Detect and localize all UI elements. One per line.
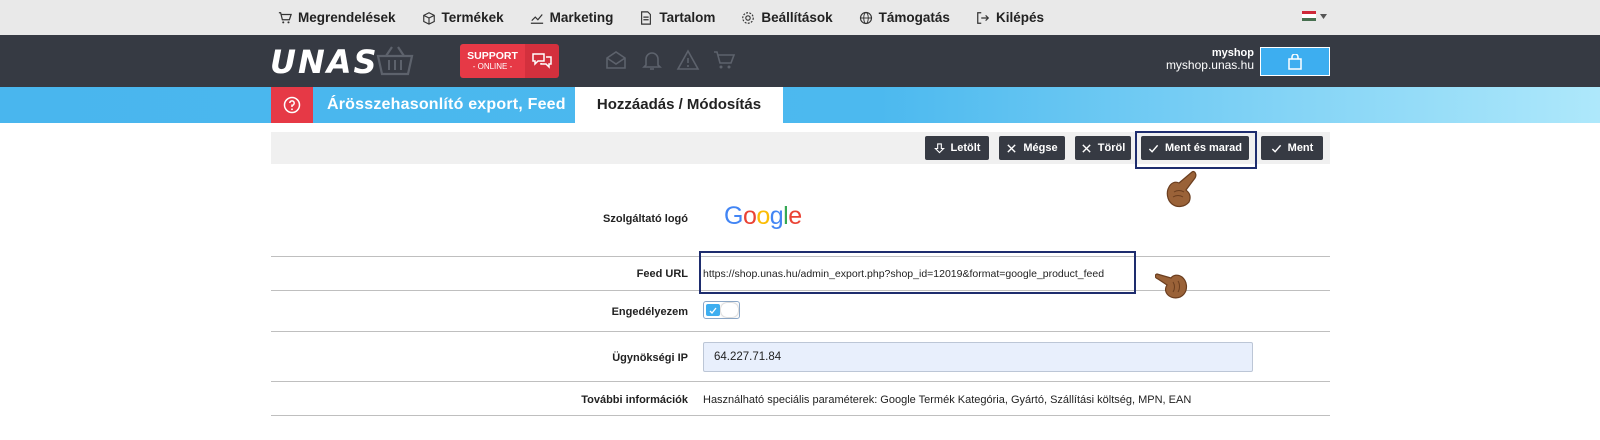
breadcrumb-section[interactable]: Árösszehasonlító export, Feed xyxy=(327,87,566,123)
close-icon xyxy=(1082,143,1091,153)
support-line1: SUPPORT xyxy=(467,49,518,62)
shop-url[interactable]: myshop.unas.hu xyxy=(1166,58,1254,72)
toggle-knob xyxy=(721,303,738,317)
document-icon xyxy=(641,10,652,25)
box-icon xyxy=(422,11,435,25)
enable-row xyxy=(271,291,1330,332)
nav-settings[interactable]: Beállítások xyxy=(741,0,833,35)
agency-ip-label: Ügynökségi IP xyxy=(612,352,688,364)
nav-settings-label: Beállítások xyxy=(761,10,833,25)
nav-support-label: Támogatás xyxy=(878,10,950,25)
nav-logout[interactable]: Kilépés xyxy=(976,0,1044,35)
language-selector[interactable] xyxy=(1302,11,1327,21)
feed-url-label: Feed URL xyxy=(636,268,688,280)
delete-label: Töröl xyxy=(1097,142,1126,154)
more-info-label: További információk xyxy=(581,394,688,406)
unas-logo[interactable]: UNAS xyxy=(270,43,379,81)
top-menu-bar: Megrendelések Termékek Marketing Tartalo… xyxy=(0,0,1600,35)
support-label: SUPPORT - ONLINE - xyxy=(460,44,525,78)
header-icons xyxy=(604,48,736,72)
google-logo: Google xyxy=(724,202,802,230)
feed-url-highlight xyxy=(699,251,1136,294)
save-and-stay-highlight xyxy=(1135,131,1257,169)
nav-marketing-label: Marketing xyxy=(549,10,614,25)
nav-content[interactable]: Tartalom xyxy=(639,0,715,35)
download-label: Letölt xyxy=(950,142,981,154)
save-label: Ment xyxy=(1287,142,1314,154)
agency-ip-input[interactable] xyxy=(703,342,1253,372)
basket-logo-icon xyxy=(376,46,414,76)
main-navigation: Megrendelések Termékek Marketing Tartalo… xyxy=(278,0,1070,35)
warning-icon[interactable] xyxy=(676,48,700,72)
enable-toggle[interactable] xyxy=(703,301,740,319)
envelope-icon[interactable] xyxy=(604,48,628,72)
cancel-label: Mégse xyxy=(1023,142,1058,154)
delete-button[interactable]: Töröl xyxy=(1075,136,1131,160)
gear-icon xyxy=(742,11,755,24)
close-icon xyxy=(1007,143,1017,153)
shop-info: myshop myshop.unas.hu xyxy=(1166,47,1254,72)
question-icon xyxy=(283,96,301,114)
check-icon xyxy=(1271,144,1281,153)
support-online-button[interactable]: SUPPORT - ONLINE - xyxy=(460,44,559,78)
hungarian-flag-icon xyxy=(1302,11,1316,21)
support-line2: - ONLINE - xyxy=(472,62,513,72)
check-icon xyxy=(709,307,717,314)
nav-logout-label: Kilépés xyxy=(995,10,1044,25)
chevron-down-icon xyxy=(1320,13,1327,19)
breadcrumb-bar: Árösszehasonlító export, Feed Hozzáadás … xyxy=(0,87,1600,123)
chart-icon xyxy=(530,13,543,24)
open-shop-button[interactable] xyxy=(1260,47,1330,76)
toggle-on-indicator xyxy=(706,304,720,316)
logout-icon xyxy=(977,11,990,24)
nav-orders-label: Megrendelések xyxy=(298,10,396,25)
globe-icon xyxy=(859,11,872,24)
enable-label: Engedélyezem xyxy=(611,306,688,318)
cart-icon xyxy=(278,11,292,23)
cancel-button[interactable]: Mégse xyxy=(999,136,1065,160)
nav-products-label: Termékek xyxy=(441,10,504,25)
breadcrumb-current: Hozzáadás / Módosítás xyxy=(575,87,783,123)
save-button[interactable]: Ment xyxy=(1261,136,1323,160)
app-header: UNAS SUPPORT - ONLINE - myshop myshop.un… xyxy=(0,35,1600,87)
chat-bubbles-icon xyxy=(525,44,559,78)
download-icon xyxy=(933,142,945,153)
download-button[interactable]: Letölt xyxy=(925,136,989,160)
shopping-bag-icon xyxy=(1288,53,1302,70)
more-info-value: Használható speciális paraméterek: Googl… xyxy=(703,394,1192,406)
nav-content-label: Tartalom xyxy=(659,10,716,25)
nav-support[interactable]: Támogatás xyxy=(859,0,950,35)
nav-marketing[interactable]: Marketing xyxy=(530,0,614,35)
bell-icon[interactable] xyxy=(640,48,664,72)
cart-icon[interactable] xyxy=(712,48,736,72)
help-button[interactable] xyxy=(271,87,313,123)
nav-products[interactable]: Termékek xyxy=(422,0,504,35)
nav-orders[interactable]: Megrendelések xyxy=(278,0,396,35)
provider-logo-label: Szolgáltató logó xyxy=(603,213,688,225)
